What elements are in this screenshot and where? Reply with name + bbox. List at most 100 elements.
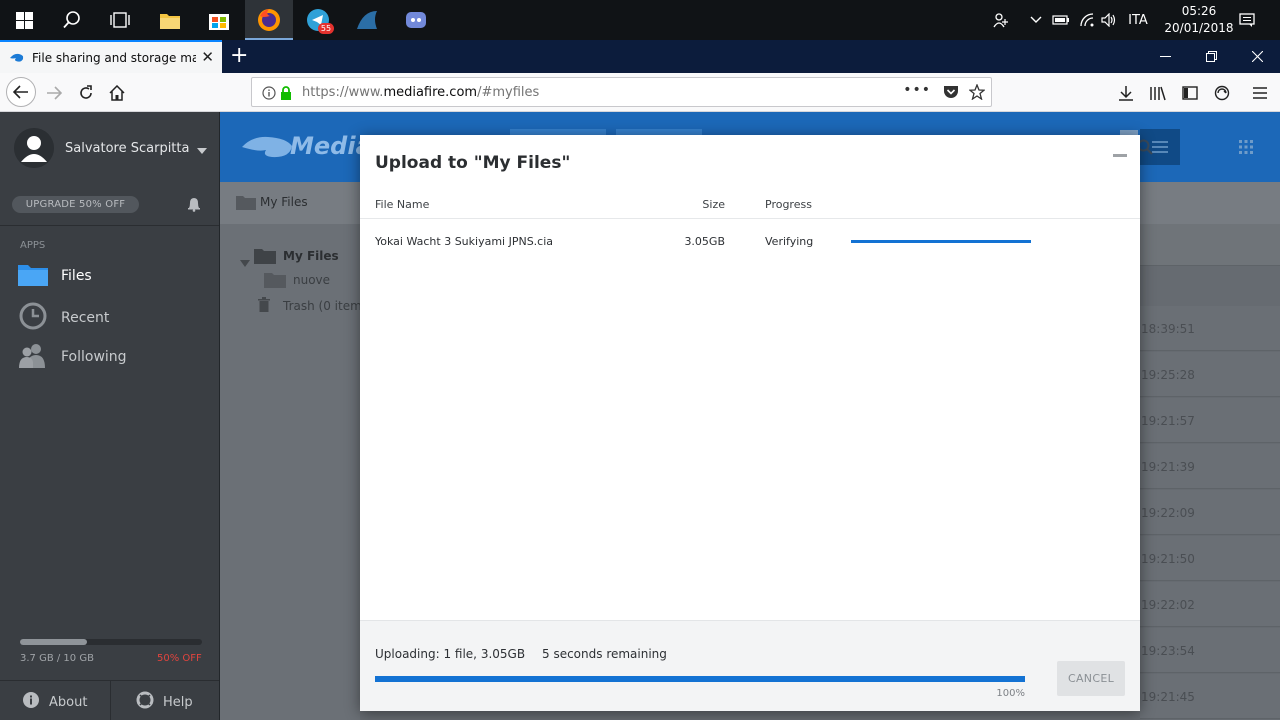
file-explorer-icon[interactable] [146, 0, 194, 40]
table-row[interactable]: 19:22:09 [1140, 490, 1280, 535]
apps-heading: APPS [20, 240, 46, 251]
progress-percent: 100% [996, 688, 1025, 699]
hamburger-menu-icon[interactable] [1246, 79, 1274, 107]
folder-icon [236, 194, 256, 214]
upload-table-header: File Name Size Progress [360, 193, 1140, 219]
mediafire-favicon-icon [10, 48, 24, 67]
sidebar-footer: About Help [0, 680, 219, 720]
overall-progress-fill [375, 676, 1025, 682]
app-sidebar: Salvatore Scarpitta UPGRADE 50% OFF APPS… [0, 112, 219, 720]
row-time: 19:21:57 [1141, 414, 1195, 428]
user-menu[interactable]: Salvatore Scarpitta [14, 128, 208, 168]
table-row[interactable]: 19:22:02 [1140, 582, 1280, 627]
upload-file-size: 3.05GB [684, 235, 725, 248]
lock-icon[interactable] [280, 85, 292, 104]
pocket-icon[interactable] [943, 85, 959, 104]
system-clock[interactable]: 05:26 20/01/2018 [1164, 3, 1234, 37]
sync-icon[interactable] [1208, 79, 1236, 107]
wifi-icon[interactable] [1076, 0, 1098, 40]
discord-icon[interactable] [392, 0, 440, 40]
tree-item-trash[interactable]: Trash (0 items [283, 299, 368, 313]
breadcrumb-my-files[interactable]: My Files [260, 195, 308, 209]
info-icon [22, 691, 40, 713]
forward-arrow-icon[interactable] [40, 79, 68, 107]
library-icon[interactable] [1144, 79, 1172, 107]
url-text: https://www.mediafire.com/#myfiles [302, 85, 540, 100]
tree-item-nuove[interactable]: nuove [293, 273, 330, 287]
windows-start-icon[interactable] [0, 0, 48, 40]
row-time: 19:21:50 [1141, 552, 1195, 566]
tree-item-my-files[interactable]: My Files [283, 249, 339, 263]
table-row[interactable]: 19:25:28 [1140, 352, 1280, 397]
language-indicator[interactable]: ITA [1124, 0, 1152, 40]
table-row[interactable]: 19:23:54 [1140, 628, 1280, 673]
info-icon[interactable] [262, 85, 276, 104]
table-row[interactable]: 19:21:57 [1140, 398, 1280, 443]
folder-icon [254, 247, 276, 268]
minimize-dialog-icon[interactable] [1112, 149, 1128, 165]
storage-progress-bar [20, 639, 202, 645]
user-name: Salvatore Scarpitta [65, 140, 190, 156]
avatar [14, 128, 54, 168]
task-view-icon[interactable] [96, 0, 144, 40]
table-row[interactable]: 19:21:39 [1140, 444, 1280, 489]
back-arrow-icon[interactable] [6, 77, 36, 107]
storage-usage-text: 3.7 GB / 10 GB [20, 653, 94, 664]
new-tab-icon[interactable]: + [230, 44, 248, 68]
url-bar[interactable]: https://www.mediafire.com/#myfiles ••• [251, 77, 992, 107]
battery-icon[interactable] [1050, 0, 1072, 40]
footer-divider [110, 681, 111, 720]
column-size: Size [702, 198, 725, 211]
browser-tab-active[interactable]: File sharing and storage made s ✕ [0, 40, 222, 73]
minimize-window-icon[interactable] [1142, 40, 1188, 73]
page-actions-icon[interactable]: ••• [903, 82, 931, 98]
upgrade-button[interactable]: UPGRADE 50% OFF [12, 196, 139, 213]
storage-promo-link[interactable]: 50% OFF [157, 653, 202, 664]
firefox-icon[interactable] [245, 0, 293, 40]
microsoft-store-icon[interactable] [195, 0, 243, 40]
upload-footer: Uploading: 1 file, 3.05GB 5 seconds rema… [360, 620, 1140, 711]
chevron-up-icon[interactable] [1026, 0, 1046, 40]
table-row[interactable]: 19:21:50 [1140, 536, 1280, 581]
search-icon[interactable] [48, 0, 96, 40]
help-link[interactable]: Help [136, 691, 193, 713]
bookmark-star-icon[interactable] [968, 83, 986, 104]
table-row[interactable]: 19:21:45 [1140, 674, 1280, 719]
clock-date: 20/01/2018 [1164, 21, 1234, 35]
about-link[interactable]: About [22, 691, 87, 713]
sidebar-item-recent[interactable]: Recent [18, 302, 109, 334]
mediafire-logo-icon[interactable] [242, 134, 294, 164]
folder-icon [18, 262, 48, 290]
people-icon[interactable] [988, 0, 1014, 40]
telegram-icon[interactable]: 55 [294, 0, 342, 40]
close-window-icon[interactable] [1234, 40, 1280, 73]
sidebar-item-files[interactable]: Files [18, 262, 92, 290]
folder-tree: My Files nuove Trash (0 items [220, 224, 368, 720]
sidebar-divider [0, 225, 219, 226]
notifications-icon[interactable] [1234, 0, 1260, 40]
telegram-badge: 55 [318, 23, 334, 34]
column-file-name: File Name [375, 198, 430, 211]
upload-summary: Uploading: 1 file, 3.05GB [375, 647, 526, 661]
app-blue-icon[interactable] [343, 0, 391, 40]
storage-progress-fill [20, 639, 88, 645]
table-row[interactable]: 18:39:51 [1140, 306, 1280, 351]
row-time: 19:23:54 [1141, 644, 1195, 658]
tab-title: File sharing and storage made s [32, 50, 196, 65]
bell-icon[interactable] [186, 196, 202, 216]
file-list-times: 18:39:51 19:25:28 19:21:57 19:21:39 19:22:09… [1140, 226, 1280, 720]
volume-icon[interactable] [1098, 0, 1120, 40]
home-icon[interactable] [103, 79, 131, 107]
restore-window-icon[interactable] [1188, 40, 1234, 73]
close-tab-icon[interactable]: ✕ [201, 48, 214, 66]
clock-icon [18, 302, 48, 334]
download-icon[interactable] [1112, 79, 1140, 107]
caret-down-icon[interactable] [240, 252, 250, 271]
table-row: Yokai Wacht 3 Sukiyami JPNS.cia 3.05GB V… [360, 232, 1140, 252]
cancel-button[interactable]: CANCEL [1057, 661, 1125, 696]
sidebar-item-following[interactable]: Following [18, 342, 127, 372]
sidebar-toggle-icon[interactable] [1176, 79, 1204, 107]
about-label: About [49, 694, 88, 710]
reload-icon[interactable] [72, 79, 100, 107]
grid-view-icon[interactable] [1226, 129, 1266, 165]
